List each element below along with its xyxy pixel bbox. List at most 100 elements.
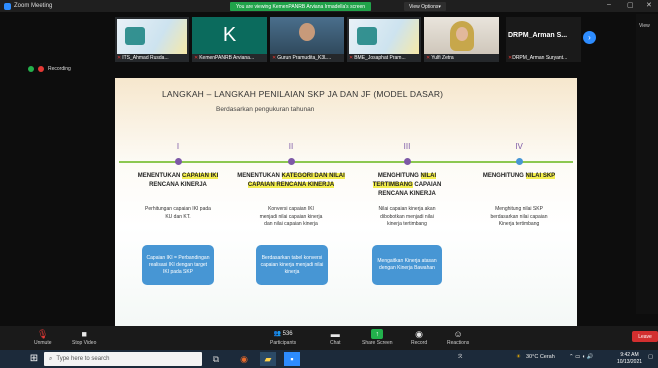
leave-button[interactable]: Leave — [632, 331, 658, 342]
participant-tile[interactable]: ✕Gurun Pramudita_K3L... — [270, 17, 344, 62]
minimize-button[interactable]: – — [607, 1, 611, 8]
taskbar-clock[interactable]: 9:42 AM 10/13/2021 — [617, 352, 642, 366]
participant-name: KemenPANRB Arviana... — [199, 55, 255, 61]
step-heading: MENENTUKAN CAPAIAN IKI RENCANA KINERJA — [137, 173, 219, 188]
chat-button[interactable]: ▬ Chat — [330, 328, 341, 346]
stop-video-button[interactable]: ■ Stop Video — [72, 328, 96, 346]
step-detail-box: Mengaitkan Kinerja atasan dengan Kinerja… — [372, 245, 442, 285]
participant-tile[interactable]: ✕BME_Josaphat Pram... — [347, 17, 421, 62]
video-camera-icon: ■ — [81, 329, 87, 339]
shared-screen-thumbnail — [349, 19, 419, 54]
timeline-dot — [287, 158, 295, 165]
participant-tile[interactable]: ✕Yulfi Zetra — [424, 17, 499, 62]
participant-name: DRPM_Arman Suryant... — [512, 55, 568, 61]
step-numeral: III — [403, 142, 411, 151]
person-avatar — [299, 23, 315, 41]
step-description: Menghitung nilai SKP berdasarkan nilai c… — [490, 206, 548, 227]
right-side-panel: View — [636, 14, 658, 314]
active-speaker-name: DRPM_Arman S... — [508, 32, 568, 39]
view-options-label: View Options — [409, 3, 439, 10]
taskbar-search-box[interactable]: ⌕ Type here to search — [44, 352, 202, 366]
chat-label: Chat — [330, 340, 341, 346]
smiley-plus-icon: ☺ — [453, 329, 463, 339]
timeline-line — [119, 161, 573, 163]
record-button[interactable]: ◉ Record — [411, 328, 427, 346]
recording-dot-icon — [38, 66, 44, 72]
participant-name: Gurun Pramudita_K3L... — [277, 55, 332, 61]
security-shield-icon[interactable] — [28, 66, 34, 72]
muted-mic-icon: ✕ — [349, 55, 354, 61]
next-page-button[interactable]: › — [583, 31, 596, 44]
participant-tile[interactable]: K ✕KemenPANRB Arviana... — [192, 17, 267, 62]
close-button[interactable]: ✕ — [646, 1, 652, 9]
step-detail-box: Berdasarkan tabel konversi capaian kiner… — [256, 245, 328, 285]
meeting-toolbar: 🎙 Unmute ■ Stop Video 👥 536 Participants… — [0, 326, 658, 350]
step-numeral: I — [176, 142, 180, 151]
muted-mic-icon: 🎙 — [37, 329, 49, 339]
app-title: Zoom Meeting — [4, 2, 53, 10]
people-icon: 👥 — [273, 331, 281, 337]
slide-subtitle: Berdasarkan pengukuran tahunan — [216, 106, 315, 113]
active-speaker-tile[interactable]: ✕DRPM_Arman Suryant... — [506, 17, 581, 62]
record-icon: ◉ — [415, 329, 423, 339]
zoom-taskbar-icon[interactable]: ▪ — [284, 352, 300, 366]
reactions-button[interactable]: ☺ Reactions — [447, 328, 469, 346]
participants-label: Participants — [270, 340, 297, 346]
maximize-button[interactable]: ▢ — [627, 1, 634, 9]
unmute-label: Unmute — [34, 340, 52, 346]
participant-initial: K — [192, 17, 267, 54]
weather-text[interactable]: 30°C Cerah — [526, 354, 555, 360]
view-label[interactable]: View — [639, 23, 650, 29]
step-numeral: II — [288, 142, 294, 151]
share-screen-icon: ↑ — [371, 329, 384, 339]
share-screen-label: Share Screen — [362, 340, 393, 346]
participant-name: ITS_Ahmad Rusda... — [122, 55, 169, 61]
recording-label: Recording — [48, 66, 71, 72]
step-heading: MENGHITUNG NILAI TERTIMBANG CAPAIAN RENC… — [372, 173, 442, 197]
chevron-right-icon: › — [588, 33, 591, 42]
weather-icon: ☀ — [516, 354, 521, 360]
task-view-icon[interactable]: ⧉ — [208, 352, 224, 366]
people-tray-icon[interactable]: ℛ — [458, 354, 462, 360]
muted-mic-icon: ✕ — [117, 55, 122, 61]
step-heading: MENGHITUNG NILAI SKP — [482, 173, 556, 179]
step-numeral: IV — [515, 142, 523, 151]
system-tray-icons[interactable]: ⌃ ▭ ◖ 🔊 — [569, 354, 594, 360]
participant-name: Yulfi Zetra — [431, 55, 454, 61]
timeline-dot — [174, 158, 182, 165]
timeline-dot — [403, 158, 411, 165]
view-options-button[interactable]: View Options ▾ — [404, 2, 446, 11]
participant-tile[interactable]: ✕ITS_Ahmad Rusda... — [115, 17, 189, 62]
stop-video-label: Stop Video — [72, 340, 97, 346]
step-description: Perhitungan capaian IKI pada KU dan KT. — [145, 206, 211, 220]
reactions-label: Reactions — [447, 340, 470, 346]
participant-video — [424, 17, 499, 54]
step-description: Nilai capaian kinerja akan dibobotkan me… — [378, 206, 436, 227]
search-icon: ⌕ — [49, 355, 53, 362]
slide-title: LANGKAH – LANGKAH PENILAIAN SKP JA DAN J… — [162, 89, 444, 99]
muted-mic-icon: ✕ — [272, 55, 277, 61]
record-label: Record — [411, 340, 428, 346]
browser-icon[interactable]: ◉ — [236, 352, 252, 366]
notifications-icon[interactable]: ▢ — [648, 354, 653, 360]
step-heading: MENENTUKAN KATEGORI DAN NILAI CAPAIAN RE… — [237, 173, 345, 188]
shared-screen-thumbnail — [117, 19, 187, 54]
windows-taskbar: ⊞ ⌕ Type here to search ⧉ ◉ ▰ ▪ ℛ ☀ 30°C… — [0, 350, 658, 368]
share-screen-button[interactable]: ↑ Share Screen — [362, 328, 393, 346]
shared-slide: LANGKAH – LANGKAH PENILAIAN SKP JA DAN J… — [115, 78, 577, 326]
chat-bubble-icon: ▬ — [330, 329, 340, 339]
participants-button[interactable]: 👥 536 Participants — [270, 328, 296, 346]
participants-count: 536 — [282, 331, 293, 337]
file-explorer-icon[interactable]: ▰ — [260, 352, 276, 366]
participant-video — [270, 17, 344, 54]
muted-mic-icon: ✕ — [194, 55, 199, 61]
clock-time: 9:42 AM — [620, 352, 639, 358]
recording-indicator: Recording — [28, 66, 71, 72]
window-title: Zoom Meeting — [14, 3, 53, 9]
search-placeholder: Type here to search — [56, 356, 110, 362]
muted-mic-icon: ✕ — [426, 55, 431, 61]
unmute-button[interactable]: 🎙 Unmute — [34, 328, 52, 346]
zoom-logo-icon — [4, 2, 11, 10]
windows-start-icon[interactable]: ⊞ — [28, 353, 40, 365]
participant-name: BME_Josaphat Pram... — [354, 55, 406, 61]
